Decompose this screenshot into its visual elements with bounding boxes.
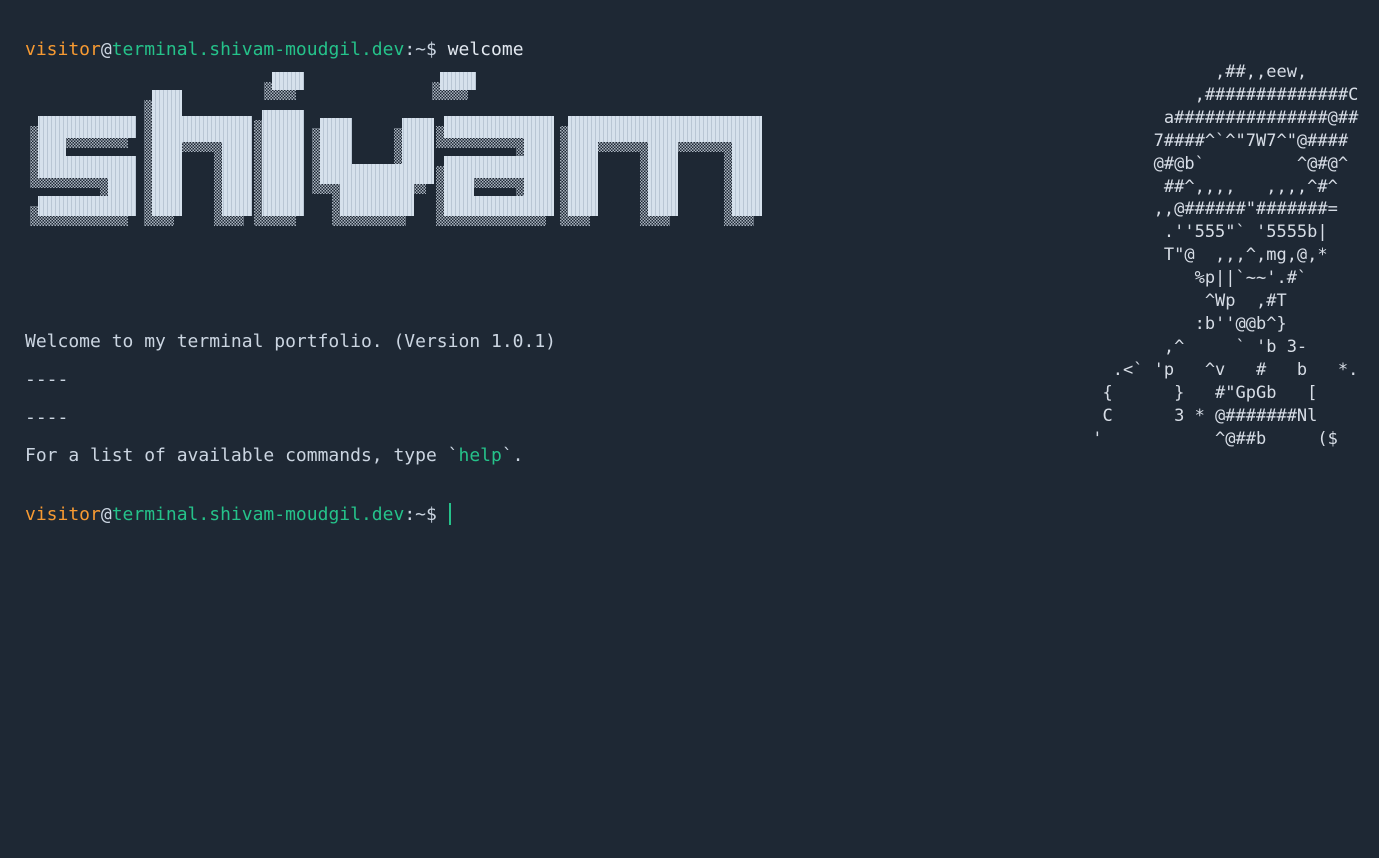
prompt-at: @ xyxy=(100,504,112,525)
prompt-at: @ xyxy=(100,39,112,60)
separator-2: ---- xyxy=(25,407,69,428)
ascii-art-portrait: ,##,,eew, ,##############C a############… xyxy=(1092,62,1359,449)
prompt-path: :~$ xyxy=(404,39,437,60)
banner-letter-block xyxy=(732,116,762,216)
banner-letter-block xyxy=(440,72,476,90)
prompt-user: visitor xyxy=(25,39,101,60)
prompt-line-2[interactable]: visitor@terminal.shivam-moudgil.dev:~$ xyxy=(25,479,451,527)
banner-letter-block xyxy=(444,196,554,216)
help-hint-after: `. xyxy=(501,445,524,466)
banner-letter-block xyxy=(38,196,136,216)
banner-letter-block xyxy=(222,116,252,216)
text-cursor[interactable] xyxy=(448,503,451,525)
prompt-user: visitor xyxy=(25,504,101,525)
command-welcome: welcome xyxy=(447,39,524,60)
banner-letter-block xyxy=(648,116,678,216)
welcome-message: Welcome to my terminal portfolio. (Versi… xyxy=(25,331,557,352)
shivam-banner: shivam xyxy=(30,72,762,226)
banner-letter-block xyxy=(340,164,414,216)
separator-1: ---- xyxy=(25,369,69,390)
prompt-path: :~$ xyxy=(404,504,437,525)
banner-letter-block xyxy=(262,110,304,216)
banner-letter-block xyxy=(272,72,304,90)
banner-letter-block xyxy=(152,90,182,216)
prompt-host: terminal.shivam-moudgil.dev xyxy=(111,504,405,525)
help-hint: For a list of available commands, type `… xyxy=(25,444,524,468)
help-hint-before: For a list of available commands, type ` xyxy=(25,445,459,466)
banner-letter-block xyxy=(568,116,598,216)
prompt-host: terminal.shivam-moudgil.dev xyxy=(111,39,405,60)
help-command[interactable]: help xyxy=(458,445,501,466)
prompt-line-1: visitor@terminal.shivam-moudgil.dev:~$ w… xyxy=(25,14,524,62)
